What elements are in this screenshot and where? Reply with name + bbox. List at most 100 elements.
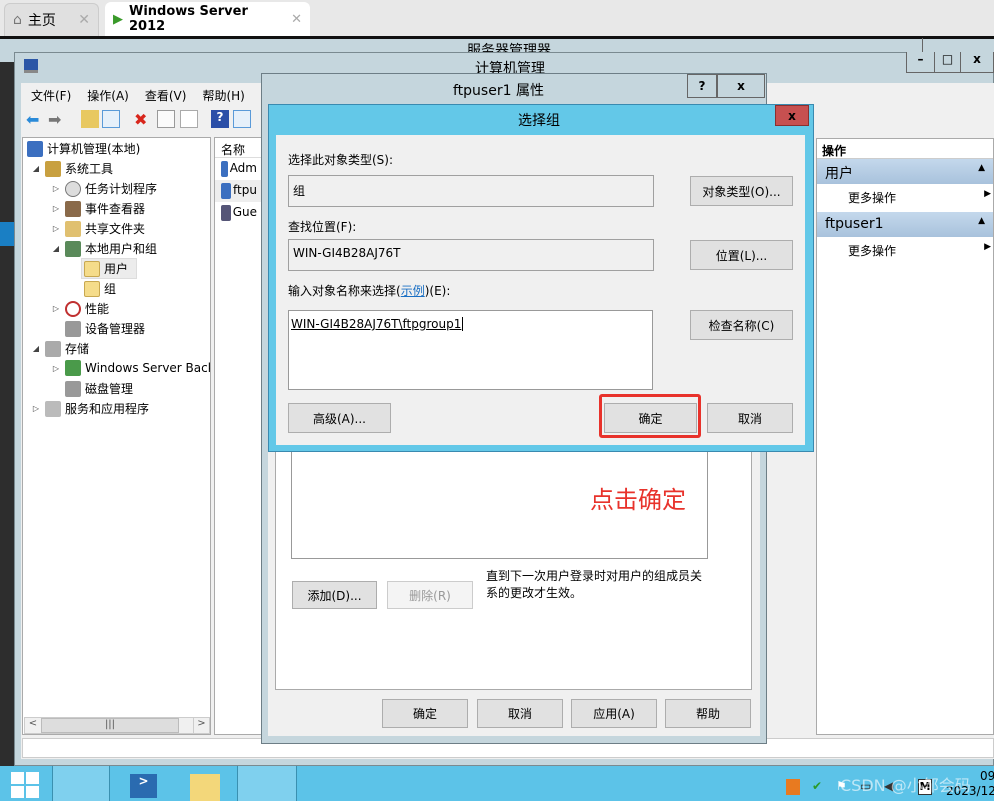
close-button[interactable]: x bbox=[717, 74, 765, 98]
collapse-icon[interactable]: ◢ bbox=[31, 164, 41, 173]
scroll-thumb[interactable]: ||| bbox=[41, 718, 179, 733]
start-windows-icon[interactable] bbox=[11, 772, 39, 798]
user-icon bbox=[221, 161, 228, 177]
show-action-pane-icon[interactable] bbox=[233, 110, 251, 128]
close-button[interactable]: x bbox=[961, 52, 993, 72]
menu-file[interactable]: 文件(F) bbox=[31, 87, 71, 104]
check-names-button[interactable]: 检查名称(C) bbox=[690, 310, 793, 340]
action-section-ftpuser1[interactable]: ftpuser1 ▲ bbox=[817, 212, 993, 237]
action-more-ftpuser1[interactable]: 更多操作 ▶ bbox=[817, 237, 993, 265]
advanced-button[interactable]: 高级(A)... bbox=[288, 403, 391, 433]
horizontal-scrollbar[interactable]: < ||| > bbox=[24, 717, 210, 734]
expand-icon[interactable]: ▷ bbox=[51, 304, 61, 313]
folder-icon bbox=[84, 280, 100, 297]
close-icon[interactable]: ✕ bbox=[78, 12, 90, 28]
server-manager-icon[interactable] bbox=[52, 766, 110, 801]
server-manager-controls[interactable] bbox=[922, 38, 994, 52]
tab-home[interactable]: ⌂ 主页 ✕ bbox=[4, 3, 99, 36]
cancel-button[interactable]: 取消 bbox=[477, 699, 563, 728]
tree-item-system-tools[interactable]: ◢ 系统工具 bbox=[31, 160, 113, 177]
tree-item-windows-server-backup[interactable]: ▷ Windows Server Back bbox=[51, 360, 210, 376]
server-manager-title: 服务器管理器 bbox=[467, 43, 551, 52]
up-folder-icon[interactable] bbox=[81, 110, 99, 128]
tray-network-icon[interactable]: ✔ bbox=[812, 779, 828, 795]
tree-item-shared-folders[interactable]: ▷ 共享文件夹 bbox=[51, 220, 145, 237]
tree-item-storage[interactable]: ◢ 存储 bbox=[31, 340, 89, 357]
tree-item-local-users-groups[interactable]: ◢ 本地用户和组 bbox=[51, 240, 157, 257]
remove-button: 删除(R) bbox=[387, 581, 473, 609]
help-dialog-button[interactable]: 帮助 bbox=[665, 699, 751, 728]
computer-management-icon[interactable] bbox=[237, 766, 297, 801]
divider bbox=[0, 36, 994, 39]
collapse-icon[interactable]: ▲ bbox=[978, 216, 985, 233]
scroll-right-icon[interactable]: > bbox=[193, 718, 209, 733]
tree-pane: 计算机管理(本地) ◢ 系统工具 ▷ 任务计划程序 ▷ 事件查看器 ▷ 共享文件夹 ◢ 本… bbox=[22, 137, 211, 735]
tools-icon bbox=[45, 160, 61, 177]
export-icon[interactable] bbox=[180, 110, 198, 128]
cancel-button[interactable]: 取消 bbox=[707, 403, 793, 433]
column-header-name[interactable]: 名称 bbox=[215, 138, 263, 158]
collapse-icon[interactable]: ◢ bbox=[31, 344, 41, 353]
properties-icon[interactable] bbox=[157, 110, 175, 128]
list-pane: 名称 Adm ftpu Gue bbox=[214, 137, 264, 735]
left-strip-highlight bbox=[0, 222, 14, 246]
help-button[interactable]: ? bbox=[687, 74, 717, 98]
object-types-button[interactable]: 对象类型(O)... bbox=[690, 176, 793, 206]
close-button[interactable]: x bbox=[775, 105, 809, 126]
menu-help[interactable]: 帮助(H) bbox=[202, 87, 244, 104]
membership-note: 直到下一次用户登录时对用户的组成员关系的更改才生效。 bbox=[486, 569, 703, 600]
minimize-button[interactable]: – bbox=[907, 52, 935, 72]
expand-icon[interactable]: ▷ bbox=[51, 184, 61, 193]
action-more-users[interactable]: 更多操作 ▶ bbox=[817, 184, 993, 212]
tree-item-event-viewer[interactable]: ▷ 事件查看器 bbox=[51, 200, 145, 217]
powershell-icon[interactable]: > bbox=[130, 774, 157, 798]
expand-icon[interactable]: ▷ bbox=[51, 224, 61, 233]
ok-button[interactable]: 确定 bbox=[604, 403, 697, 433]
tree-item-computer-management[interactable]: 计算机管理(本地) bbox=[27, 140, 140, 157]
tree-item-task-scheduler[interactable]: ▷ 任务计划程序 bbox=[51, 180, 157, 197]
properties-title: ftpuser1 属性 bbox=[453, 83, 544, 99]
tree-item-performance[interactable]: ▷ 性能 bbox=[51, 300, 109, 317]
examples-link[interactable]: 示例 bbox=[401, 284, 425, 298]
collapse-icon[interactable]: ▲ bbox=[978, 163, 985, 180]
folder-icon bbox=[84, 260, 100, 277]
tree-item-device-manager[interactable]: 设备管理器 bbox=[65, 320, 145, 337]
tab-windows-server[interactable]: ▶ Windows Server 2012 ✕ bbox=[105, 2, 310, 36]
add-button[interactable]: 添加(D)... bbox=[292, 581, 377, 609]
action-section-users[interactable]: 用户 ▲ bbox=[817, 159, 993, 184]
scroll-left-icon[interactable]: < bbox=[25, 718, 41, 733]
tray-icon[interactable] bbox=[786, 779, 800, 795]
list-row[interactable]: Adm bbox=[215, 158, 263, 180]
collapse-icon[interactable]: ◢ bbox=[51, 244, 61, 253]
expand-icon[interactable]: ▷ bbox=[31, 404, 41, 413]
help-icon[interactable]: ? bbox=[211, 110, 229, 128]
delete-icon[interactable]: ✖ bbox=[134, 110, 152, 129]
close-icon[interactable]: ✕ bbox=[291, 12, 302, 27]
locations-button[interactable]: 位置(L)... bbox=[690, 240, 793, 270]
backup-icon bbox=[65, 360, 81, 376]
object-name-input[interactable]: WIN-GI4B28AJ76T\ftpgroup1 bbox=[288, 310, 653, 390]
list-row[interactable]: Gue bbox=[215, 202, 263, 224]
tree-item-disk-management[interactable]: 磁盘管理 bbox=[65, 380, 133, 397]
list-row[interactable]: ftpu bbox=[215, 180, 263, 202]
show-tree-icon[interactable] bbox=[102, 110, 120, 128]
expand-icon[interactable]: ▷ bbox=[51, 364, 61, 373]
maximize-button[interactable]: □ bbox=[935, 52, 961, 72]
back-icon[interactable]: ⬅ bbox=[26, 110, 44, 129]
forward-icon[interactable]: ➡ bbox=[48, 110, 66, 129]
performance-icon bbox=[65, 300, 81, 317]
submenu-arrow-icon: ▶ bbox=[984, 242, 991, 252]
file-explorer-icon[interactable] bbox=[190, 774, 220, 801]
menu-view[interactable]: 查看(V) bbox=[145, 87, 187, 104]
vm-icon: ▶ bbox=[113, 11, 123, 27]
tree-item-users[interactable]: 用户 bbox=[81, 258, 138, 279]
select-group-title: 选择组 bbox=[518, 113, 560, 129]
tree-item-groups[interactable]: 组 bbox=[84, 280, 116, 297]
menu-action[interactable]: 操作(A) bbox=[87, 87, 129, 104]
location-field: WIN-GI4B28AJ76T bbox=[288, 239, 654, 271]
apply-button[interactable]: 应用(A) bbox=[571, 699, 657, 728]
menu-bar: 文件(F) 操作(A) 查看(V) 帮助(H) bbox=[31, 87, 245, 104]
tree-item-services-apps[interactable]: ▷ 服务和应用程序 bbox=[31, 400, 149, 417]
expand-icon[interactable]: ▷ bbox=[51, 204, 61, 213]
ok-button[interactable]: 确定 bbox=[382, 699, 468, 728]
